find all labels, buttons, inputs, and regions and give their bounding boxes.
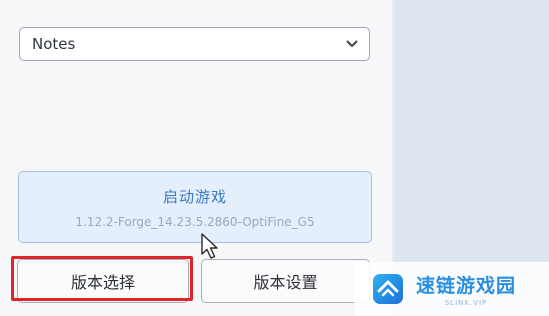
version-dropdown[interactable]: Notes	[19, 27, 370, 61]
launch-version-label: 1.12.2-Forge_14.23.5.2860-OptiFine_G5	[75, 214, 315, 229]
launch-game-label: 启动游戏	[162, 187, 227, 206]
launch-game-button[interactable]: 启动游戏 1.12.2-Forge_14.23.5.2860-OptiFine_…	[18, 171, 372, 243]
version-settings-button[interactable]: 版本设置	[201, 259, 370, 303]
watermark-name: 速链游戏园	[416, 275, 517, 297]
watermark-logo-icon	[370, 271, 406, 307]
chevron-down-icon	[345, 37, 359, 51]
watermark: 速链游戏园 SLINK.VIP	[354, 262, 549, 316]
version-select-button[interactable]: 版本选择	[17, 259, 189, 303]
version-dropdown-value: Notes	[32, 35, 76, 53]
mouse-cursor-icon	[200, 233, 224, 261]
watermark-subtitle: SLINK.VIP	[444, 299, 488, 307]
